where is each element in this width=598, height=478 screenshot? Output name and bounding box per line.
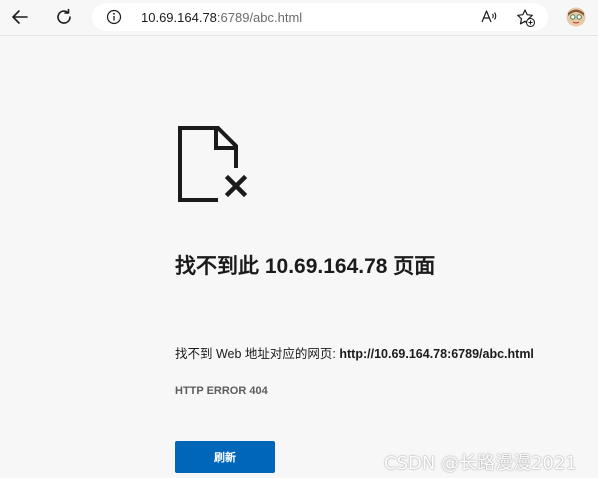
url-path: :6789/abc.html xyxy=(216,10,303,25)
error-description: 找不到 Web 地址对应的网页: http://10.69.164.78:678… xyxy=(175,343,534,362)
error-code: HTTP ERROR 404 xyxy=(175,385,268,397)
address-bar[interactable]: 10.69.164.78:6789/abc.html xyxy=(92,3,548,31)
browser-toolbar: 10.69.164.78:6789/abc.html xyxy=(0,0,598,36)
info-icon[interactable] xyxy=(106,9,122,25)
url-host: 10.69.164.78 xyxy=(141,10,217,25)
watermark: CSDN @长路漫漫2021 xyxy=(384,453,577,474)
add-favorite-icon[interactable] xyxy=(516,8,536,28)
reload-icon xyxy=(57,8,71,24)
back-button[interactable] xyxy=(6,4,34,30)
reload-button[interactable] xyxy=(50,4,78,30)
read-aloud-icon[interactable] xyxy=(480,8,498,26)
arrow-left-icon xyxy=(12,10,28,24)
error-title: 找不到此 10.69.164.78 页面 xyxy=(175,255,436,278)
profile-avatar-icon[interactable] xyxy=(566,7,586,27)
error-description-text: 找不到 Web 地址对应的网页: xyxy=(175,347,340,361)
error-url: http://10.69.164.78:6789/abc.html xyxy=(339,347,534,361)
refresh-button[interactable]: 刷新 xyxy=(175,441,275,473)
broken-file-icon xyxy=(178,126,248,202)
url-text[interactable]: 10.69.164.78:6789/abc.html xyxy=(141,10,302,25)
